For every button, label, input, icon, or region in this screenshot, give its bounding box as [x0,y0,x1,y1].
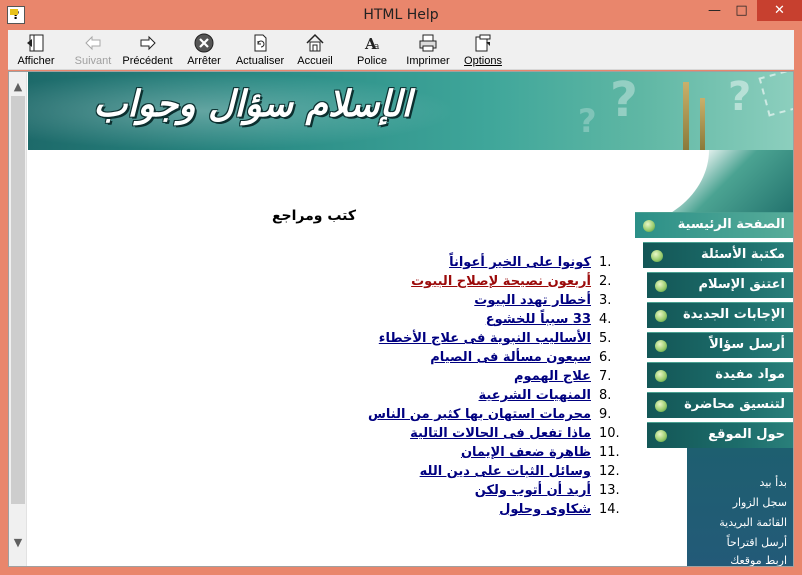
maximize-button[interactable]: □ [728,0,755,21]
book-link[interactable]: وسائل الثبات على دين الله [420,464,591,479]
list-item: 6. سبعون مسألة فى الصيام [430,350,612,365]
list-item: 8. المنهيات الشرعية [478,388,612,403]
svg-text:a: a [374,42,380,52]
bullet-icon [655,370,667,382]
bullet-icon [655,400,667,412]
accueil-button[interactable]: Accueil [295,32,335,68]
bullet-icon [655,310,667,322]
list-item: 1. كونوا على الخير أعواناً [449,255,612,270]
footer-links-panel: بدأ بيد سجل الزوار القائمة البريدية أرسل… [687,448,793,566]
book-link[interactable]: ظاهرة ضعف الإيمان [461,445,591,460]
nav-item-send-question[interactable]: أرسل سؤالاً [647,332,793,358]
book-link[interactable]: الأساليب النبوية فى علاج الأخطاء [379,331,591,346]
suivant-button[interactable]: Suivant [71,32,115,68]
book-link[interactable]: علاج الهموم [514,369,591,384]
close-button[interactable]: ✕ [757,0,802,21]
arreter-button[interactable]: Arrêter [184,32,224,68]
footer-link[interactable]: أرسل اقتراحاً [727,536,787,549]
bullet-icon [651,250,663,262]
footer-link[interactable]: اربط موقعك [730,554,787,566]
page-title: كتب ومراجع [271,208,357,224]
nav-item-about-site[interactable]: حول الموقع [647,422,793,448]
scroll-up-icon[interactable]: ▲ [9,78,27,96]
book-link[interactable]: المنهيات الشرعية [479,388,591,403]
printer-icon [419,34,437,52]
scroll-down-icon[interactable]: ▼ [9,534,27,552]
vertical-scrollbar[interactable]: ▲ ▼ [9,72,27,566]
footer-link[interactable]: سجل الزوار [733,496,787,509]
list-item: 4. 33 سبباً للخشوع [485,312,612,327]
footer-link[interactable]: القائمة البريدية [719,516,787,529]
window-title: HTML Help [363,7,439,23]
question-mark-icon: ? [728,74,752,120]
nav-item-lecture-coordination[interactable]: لتنسيق محاضرة [647,392,793,418]
afficher-button[interactable]: Afficher [16,32,56,68]
book-link[interactable]: كونوا على الخير أعواناً [449,255,591,270]
scroll-thumb[interactable] [11,96,25,504]
forward-arrow-icon [140,35,156,51]
book-link[interactable]: 33 سبباً للخشوع [486,312,591,327]
refresh-icon [254,34,267,52]
bullet-icon [643,220,655,232]
list-item: 10. ماذا تفعل فى الحالات التالية [410,426,620,441]
list-item: 2. أربعون نصيحة لإصلاح البيوت [411,274,612,289]
title-bar: ? HTML Help — □ ✕ [0,0,802,30]
site-banner: ? ? ? الإسلام سؤال وجواب [28,72,793,150]
content-pane: ▲ ▼ ? ? ? الإسلام سؤال وجواب كتب ومراجع … [8,71,794,567]
nav-item-questions-library[interactable]: مكتبة الأسئلة [643,242,793,268]
list-item: 3. أخطار تهدد البيوت [474,293,612,308]
options-icon [475,34,491,52]
imprimer-button[interactable]: Imprimer [405,32,451,68]
stamp-decoration [758,72,793,117]
stop-icon [194,33,214,53]
nav-item-new-answers[interactable]: الإجابات الجديدة [647,302,793,328]
list-item: 14. شكاوى وحلول [499,502,620,517]
bullet-icon [655,280,667,292]
list-item: 12. وسائل الثبات على دين الله [419,464,620,479]
font-icon: A a [364,35,380,53]
list-item: 5. الأساليب النبوية فى علاج الأخطاء [378,331,612,346]
list-item: 13. أريد أن أتوب ولكن [474,483,620,498]
book-link[interactable]: سبعون مسألة فى الصيام [430,350,591,365]
back-arrow-icon [85,35,101,51]
home-icon [306,33,324,52]
minaret-image [683,82,689,150]
options-button[interactable]: Options [462,32,504,68]
question-mark-icon: ? [610,72,638,128]
book-link[interactable]: شكاوى وحلول [499,502,591,517]
question-mark-icon: ? [578,102,597,140]
nav-item-useful-materials[interactable]: مواد مفيدة [647,362,793,388]
footer-link[interactable]: بدأ بيد [759,476,787,489]
list-item: 9. محرمات استهان بها كثير من الناس [367,407,612,422]
bullet-icon [655,430,667,442]
minaret-image [700,98,705,150]
police-button[interactable]: A a Police [352,32,392,68]
book-link[interactable]: ماذا تفعل فى الحالات التالية [410,426,591,441]
site-logo-title: الإسلام سؤال وجواب [93,84,412,125]
book-link[interactable]: أربعون نصيحة لإصلاح البيوت [411,274,591,289]
book-link[interactable]: محرمات استهان بها كثير من الناس [368,407,591,422]
book-link[interactable]: أريد أن أتوب ولكن [475,483,591,498]
book-link[interactable]: أخطار تهدد البيوت [474,293,591,308]
list-item: 11. ظاهرة ضعف الإيمان [460,445,620,460]
nav-item-home[interactable]: الصفحة الرئيسية [635,212,793,238]
precedent-button[interactable]: Précédent [120,32,175,68]
nav-item-embrace-islam[interactable]: اعتنق الإسلام [647,272,793,298]
bullet-icon [655,340,667,352]
list-item: 7. علاج الهموم [514,369,612,384]
actualiser-button[interactable]: Actualiser [234,32,286,68]
show-pane-icon [27,34,44,52]
toolbar: Afficher Suivant Précédent Arrêter Actua… [8,30,794,70]
minimize-button[interactable]: — [701,0,728,21]
